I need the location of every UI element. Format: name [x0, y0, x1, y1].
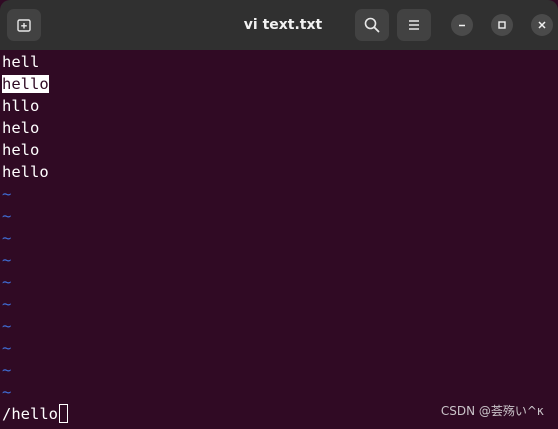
line-text: hell [2, 53, 40, 71]
minimize-button[interactable] [451, 14, 473, 36]
empty-line-marker: ~ [2, 295, 12, 313]
search-match-highlight: hello [2, 75, 49, 93]
maximize-button[interactable] [491, 14, 513, 36]
empty-line-marker: ~ [2, 383, 12, 401]
search-button[interactable] [355, 9, 389, 41]
line-text: helo [2, 141, 40, 159]
buffer-line: hell [2, 51, 39, 73]
maximize-icon [498, 21, 506, 29]
buffer-line: helo [2, 117, 39, 139]
terminal-window: vi text.txt hell hello hllo helo helo he… [0, 0, 558, 429]
empty-line-marker: ~ [2, 229, 12, 247]
empty-line-marker: ~ [2, 185, 12, 203]
buffer-line: hllo [2, 95, 39, 117]
line-text: hllo [2, 97, 40, 115]
empty-line-marker: ~ [2, 317, 12, 335]
text-cursor [59, 404, 68, 423]
empty-line-marker: ~ [2, 361, 12, 379]
buffer-line: helo [2, 139, 39, 161]
new-tab-button[interactable] [7, 9, 41, 41]
line-text: helo [2, 119, 40, 137]
buffer-line: hello [2, 161, 49, 183]
search-icon [364, 17, 380, 33]
empty-line-marker: ~ [2, 273, 12, 291]
new-tab-icon [17, 19, 31, 32]
hamburger-menu-icon [409, 20, 419, 30]
empty-line-marker: ~ [2, 251, 12, 269]
command-text: /hello [2, 405, 58, 423]
terminal-area[interactable]: hell hello hllo helo helo hello ~ ~ ~ ~ … [0, 50, 558, 429]
line-text: hello [2, 163, 49, 181]
close-icon [538, 21, 546, 29]
buffer-line: hello [2, 73, 49, 95]
menu-button[interactable] [397, 9, 431, 41]
close-button[interactable] [531, 14, 553, 36]
empty-line-marker: ~ [2, 207, 12, 225]
watermark: CSDN @荟殇い^κ [440, 404, 544, 418]
command-line[interactable]: /hello [2, 403, 68, 425]
title-bar: vi text.txt [0, 0, 558, 50]
minimize-icon [459, 24, 465, 27]
empty-line-marker: ~ [2, 339, 12, 357]
